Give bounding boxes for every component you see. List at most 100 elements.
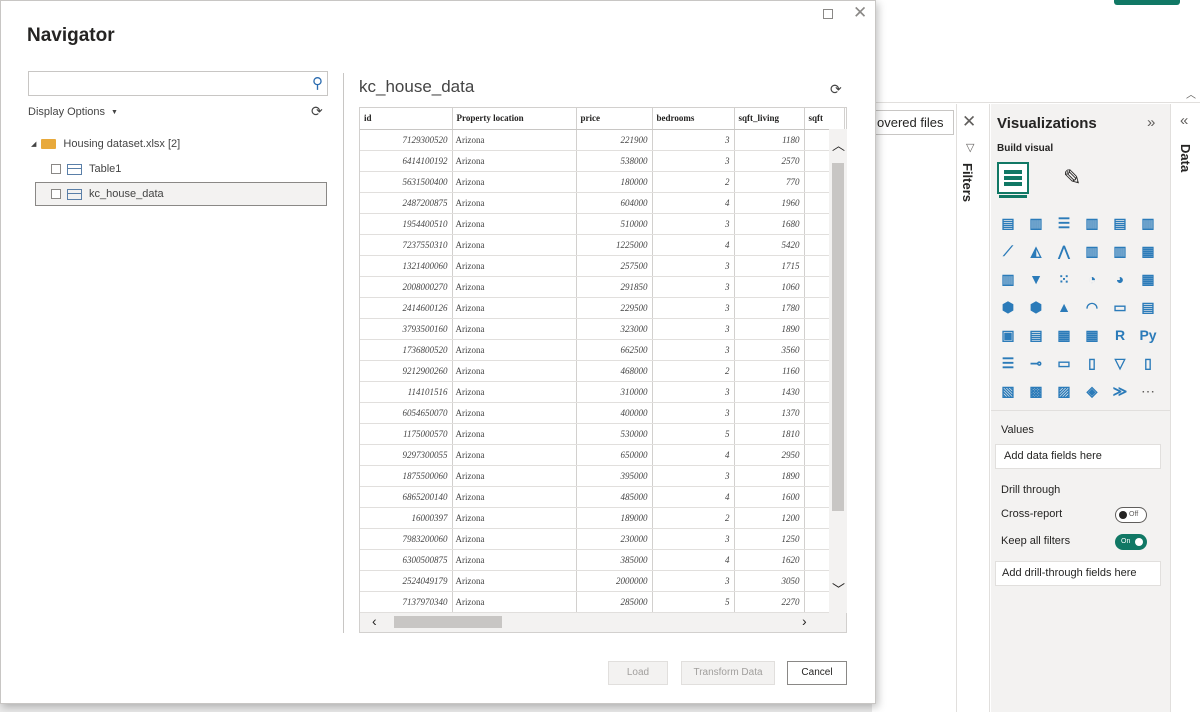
values-field-well[interactable]: Add data fields here [995,444,1161,469]
filters-label[interactable]: Filters [960,163,975,202]
table-cell: 385000 [576,549,653,571]
chevron-up-icon[interactable]: ︿ [1186,86,1196,101]
narrative-icon[interactable]: ▯ [1081,352,1103,374]
table-cell: 1180 [734,129,805,151]
display-options-dropdown[interactable]: Display Options ▼ [28,106,118,118]
more-visuals-icon[interactable]: ≫ [1109,380,1131,402]
power-apps-icon[interactable]: ▧ [997,380,1019,402]
load-button[interactable]: Load [608,661,668,685]
key-influencers-icon[interactable]: ☰ [997,352,1019,374]
azure-map-icon[interactable]: ▲ [1053,296,1075,318]
close-icon[interactable]: ✕ [853,3,867,23]
vertical-scrollbar[interactable]: ︿ ﹀ [829,129,847,613]
stacked-column-icon[interactable]: ▥ [1081,212,1103,234]
build-visual-icon[interactable] [997,162,1029,198]
table-cell: 3050 [734,570,805,592]
line-column-icon[interactable]: ▥ [1081,240,1103,262]
funnel-icon[interactable]: ▼ [1025,268,1047,290]
refresh-icon[interactable]: ⟳ [311,103,323,120]
drill-through-field-well[interactable]: Add drill-through fields here [995,561,1161,586]
table-cell: 1780 [734,297,805,319]
multi-row-card-icon[interactable]: ▤ [1137,296,1159,318]
tree-item-table1[interactable]: Table1 [51,158,121,180]
table-cell: 4 [652,192,735,214]
tree-root[interactable]: ◢ Housing dataset.xlsx [2] [31,138,180,150]
horizontal-scrollbar[interactable]: ‹ › [360,613,846,632]
close-icon[interactable]: ✕ [962,112,976,132]
power-automate-icon[interactable]: ▩ [1025,380,1047,402]
clustered-column-icon[interactable]: ▥ [1025,212,1047,234]
scatter-icon[interactable]: ⁙ [1053,268,1075,290]
card-icon[interactable]: ▭ [1109,296,1131,318]
filled-map-icon[interactable]: ⬢ [1025,296,1047,318]
refresh-icon[interactable]: ⟳ [830,81,842,98]
collapse-chevron-icon[interactable]: » [1147,114,1155,131]
ribbon-icon[interactable]: ▦ [1137,240,1159,262]
visualizations-title: Visualizations [997,115,1097,132]
keep-all-filters-toggle[interactable]: On [1115,534,1147,550]
chevron-left-icon[interactable]: ‹ [372,613,377,629]
search-icon[interactable]: ⚲ [312,74,323,92]
100-column-icon[interactable]: ▥ [1137,212,1159,234]
transform-data-button[interactable]: Transform Data [681,661,775,685]
data-label[interactable]: Data [1178,144,1193,172]
checkbox[interactable] [51,164,61,175]
publish-button[interactable] [1114,0,1180,5]
table-cell: 2524049179 [360,570,453,592]
table-icon[interactable]: ▦ [1053,324,1075,346]
clustered-bar-icon[interactable]: ☰ [1053,212,1075,234]
python-visual-icon[interactable]: Py [1137,324,1159,346]
map-icon[interactable]: ⬢ [997,296,1019,318]
line-clustered-icon[interactable]: ▥ [1109,240,1131,262]
scrollbar-thumb[interactable] [832,163,844,511]
kpi-icon[interactable]: ▣ [997,324,1019,346]
more-icon[interactable]: ⋯ [1137,380,1159,402]
checkbox[interactable] [51,189,61,200]
qa-icon[interactable]: ▭ [1053,352,1075,374]
donut-icon[interactable]: ◕ [1109,268,1131,290]
slicer-icon[interactable]: ▤ [1025,324,1047,346]
chevron-up-icon[interactable]: ︿ [832,135,845,154]
line-icon[interactable]: ⟋ [997,240,1019,262]
column-header[interactable]: sqft [804,108,845,130]
metrics-icon[interactable]: ▽ [1109,352,1131,374]
column-header[interactable]: sqft_living [734,108,805,130]
table-row: 1736800520 Arizona 662500 3 3560 [360,339,845,361]
table-cell: 3560 [734,339,805,361]
stacked-bar-icon[interactable]: ▤ [997,212,1019,234]
column-header[interactable]: id [360,108,453,130]
maximize-icon[interactable] [823,9,833,19]
tree-item-kc-house-data[interactable]: kc_house_data [35,182,327,206]
gauge-icon[interactable]: ◠ [1081,296,1103,318]
stacked-area-icon[interactable]: ⋀ [1053,240,1075,262]
column-header[interactable]: Property location [452,108,577,130]
matrix-icon[interactable]: ▦ [1081,324,1103,346]
column-header[interactable]: bedrooms [652,108,735,130]
table-cell: Arizona [452,444,577,466]
area-icon[interactable]: ◭ [1025,240,1047,262]
search-input[interactable]: ⚲ [28,71,328,96]
table-cell: 221900 [576,129,653,151]
table-cell: 1954400510 [360,213,453,235]
r-visual-icon[interactable]: R [1109,324,1131,346]
expand-chevron-icon[interactable]: « [1180,112,1188,129]
arcgis-icon[interactable]: ▨ [1053,380,1075,402]
cancel-button[interactable]: Cancel [787,661,847,685]
column-header[interactable]: price [576,108,653,130]
custom-visual-icon[interactable]: ◈ [1081,380,1103,402]
paginated-icon[interactable]: ▯ [1137,352,1159,374]
chevron-right-icon[interactable]: › [802,613,807,629]
decomposition-tree-icon[interactable]: ⊸ [1025,352,1047,374]
treemap-icon[interactable]: ▦ [1137,268,1159,290]
discover-files-tab[interactable]: overed files [868,110,954,135]
format-visual-icon[interactable]: ✎ [1063,164,1089,192]
cross-report-toggle[interactable]: Off [1115,507,1147,523]
table-cell: 510000 [576,213,653,235]
chevron-down-icon[interactable]: ﹀ [832,579,845,598]
waterfall-icon[interactable]: ▥ [997,268,1019,290]
pane-divider[interactable] [343,73,344,633]
expand-triangle-icon[interactable]: ◢ [31,141,36,148]
100-bar-icon[interactable]: ▤ [1109,212,1131,234]
pie-icon[interactable]: ◔ [1081,268,1103,290]
scrollbar-thumb[interactable] [394,616,502,628]
